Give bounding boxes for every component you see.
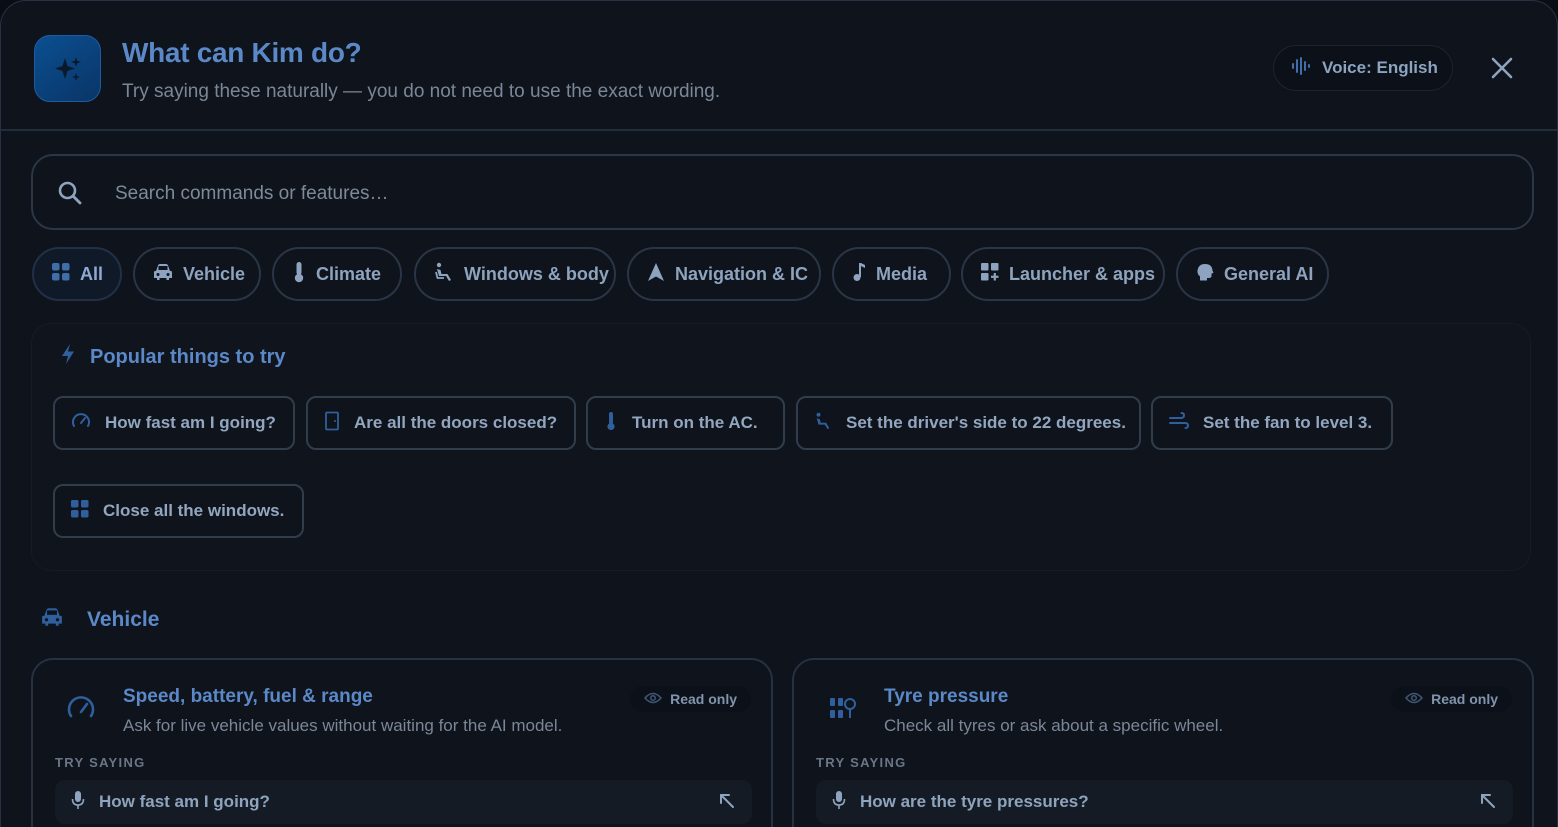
speedometer-icon	[71, 412, 91, 435]
brain-icon	[1196, 263, 1214, 286]
help-dialog: What can Kim do? Try saying these natura…	[0, 0, 1558, 827]
category-label: Navigation & IC	[675, 263, 809, 284]
voice-language-button[interactable]: Voice: English	[1273, 45, 1453, 91]
read-only-badge: Read only	[1391, 686, 1512, 712]
close-button[interactable]	[1485, 53, 1519, 87]
example-phrase-button[interactable]: How fast am I going?	[55, 780, 752, 824]
voice-language-label: Voice: English	[1322, 58, 1438, 77]
microphone-icon	[71, 790, 85, 815]
door-icon	[324, 411, 340, 436]
category-label: Vehicle	[183, 263, 246, 284]
car-icon	[153, 263, 173, 286]
arrow-up-left-icon	[718, 792, 736, 815]
dialog-subtitle: Try saying these naturally — you do not …	[122, 81, 721, 102]
category-label: Launcher & apps	[1009, 263, 1156, 284]
category-label: Windows & body	[464, 263, 609, 284]
suggestion-chip[interactable]: Set the driver's side to 22 degrees.	[796, 396, 1141, 450]
window-icon	[71, 499, 89, 523]
badge-label: Read only	[1431, 691, 1498, 707]
eye-icon	[644, 691, 663, 707]
suggestion-label: Close all the windows.	[103, 501, 285, 520]
search-icon	[57, 180, 83, 211]
lightning-icon	[60, 343, 76, 371]
sparkle-icon	[34, 35, 101, 102]
example-phrase-button[interactable]: How are the tyre pressures?	[816, 780, 1513, 824]
category-chip-windows-body[interactable]: Windows & body	[414, 247, 616, 301]
category-label: Climate	[316, 263, 382, 284]
seat-icon	[434, 262, 454, 287]
thermometer-icon	[292, 261, 306, 288]
suggestion-chip[interactable]: How fast am I going?	[53, 396, 295, 450]
suggestion-label: Set the driver's side to 22 degrees.	[846, 413, 1126, 432]
microphone-icon	[832, 790, 846, 815]
category-chip-media[interactable]: Media	[832, 247, 951, 301]
category-chip-climate[interactable]: Climate	[272, 247, 402, 301]
vehicle-section-heading: Vehicle	[41, 607, 159, 633]
category-chip-general-ai[interactable]: General AI	[1176, 247, 1329, 301]
example-phrase: How fast am I going?	[99, 792, 270, 811]
badge-label: Read only	[670, 691, 737, 707]
category-label: General AI	[1224, 263, 1314, 284]
music-note-icon	[852, 262, 866, 287]
search-bar[interactable]	[31, 154, 1534, 230]
section-title: Vehicle	[87, 608, 160, 631]
thermometer-icon	[604, 411, 618, 436]
feature-title: Speed, battery, fuel & range	[123, 686, 373, 707]
suggestion-label: Turn on the AC.	[632, 413, 758, 432]
fan-icon	[1169, 411, 1190, 435]
feature-description: Check all tyres or ask about a specific …	[884, 716, 1224, 735]
suggestion-label: How fast am I going?	[105, 413, 276, 432]
popular-title: Popular things to try	[90, 345, 286, 368]
feature-card-tyre-pressure: Tyre pressure Check all tyres or ask abo…	[792, 658, 1534, 827]
category-label: Media	[876, 263, 928, 284]
try-saying-label: TRY SAYING	[816, 755, 907, 770]
category-chip-all[interactable]: All	[32, 247, 122, 301]
example-phrase: How are the tyre pressures?	[860, 792, 1089, 811]
close-icon	[1490, 56, 1514, 85]
feature-description: Ask for live vehicle values without wait…	[123, 716, 563, 735]
eye-icon	[1405, 691, 1424, 707]
navigation-arrow-icon	[647, 262, 665, 287]
suggestion-label: Set the fan to level 3.	[1203, 413, 1373, 432]
seat-icon	[814, 411, 832, 436]
category-chip-launcher-apps[interactable]: Launcher & apps	[961, 247, 1165, 301]
search-input[interactable]	[115, 174, 1495, 214]
suggestion-chip[interactable]: Are all the doors closed?	[306, 396, 576, 450]
suggestion-chip[interactable]: Set the fan to level 3.	[1151, 396, 1393, 450]
arrow-up-left-icon	[1479, 792, 1497, 815]
speedometer-icon	[65, 692, 97, 724]
category-label: All	[80, 263, 104, 284]
tyre-pressure-icon	[826, 692, 858, 724]
suggestion-label: Are all the doors closed?	[354, 413, 558, 432]
popular-heading: Popular things to try	[60, 343, 286, 371]
category-chip-vehicle[interactable]: Vehicle	[133, 247, 261, 301]
read-only-badge: Read only	[630, 686, 751, 712]
apps-icon	[981, 262, 999, 286]
category-chip-navigation[interactable]: Navigation & IC	[627, 247, 821, 301]
feature-card-speed: Speed, battery, fuel & range Ask for liv…	[31, 658, 773, 827]
waveform-icon	[1290, 56, 1310, 81]
suggestion-chip[interactable]: Turn on the AC.	[586, 396, 785, 450]
suggestion-chip[interactable]: Close all the windows.	[53, 484, 304, 538]
dialog-title: What can Kim do?	[122, 37, 362, 68]
try-saying-label: TRY SAYING	[55, 755, 146, 770]
dialog-header: What can Kim do? Try saying these natura…	[1, 1, 1557, 131]
feature-title: Tyre pressure	[884, 686, 1009, 707]
car-icon	[41, 607, 63, 633]
grid-icon	[52, 262, 70, 286]
